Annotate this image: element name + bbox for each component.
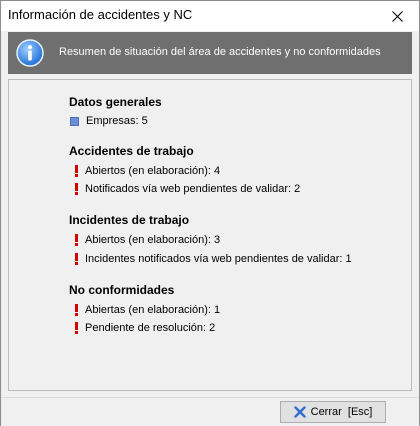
dialog-window: Información de accidentes y NC Resumen d…	[0, 0, 420, 426]
item-text: Notificados vía web pendientes de valida…	[85, 183, 301, 195]
exclamation-icon	[69, 304, 83, 316]
banner-text: Resumen de situación del área de acciden…	[59, 46, 381, 58]
close-icon	[391, 10, 403, 22]
exclamation-icon	[69, 234, 83, 246]
list-item: Abiertos (en elaboración): 3	[69, 232, 220, 248]
list-item: Incidentes notificados vía web pendiente…	[69, 251, 352, 267]
item-text: Incidentes notificados vía web pendiente…	[85, 253, 352, 265]
exclamation-icon	[69, 322, 83, 334]
cerrar-button-label: Cerrar [Esc]	[310, 406, 373, 418]
list-item: Abiertos (en elaboración): 4	[69, 163, 220, 179]
button-bar: Cerrar [Esc]	[1, 397, 419, 426]
cerrar-button[interactable]: Cerrar [Esc]	[280, 401, 386, 423]
summary-banner: Resumen de situación del área de acciden…	[8, 32, 412, 74]
window-close-button[interactable]	[375, 1, 419, 31]
section-title-datos-generales: Datos generales	[69, 95, 162, 109]
list-item: Notificados vía web pendientes de valida…	[69, 181, 300, 197]
exclamation-icon	[69, 165, 83, 177]
item-text: Abiertas (en elaboración): 1	[85, 304, 221, 316]
item-text: Abiertos (en elaboración): 3	[85, 234, 221, 246]
window-title: Información de accidentes y NC	[8, 7, 193, 22]
section-title-incidentes: Incidentes de trabajo	[69, 213, 190, 227]
exclamation-icon	[69, 253, 83, 265]
info-icon	[16, 39, 44, 67]
blue-square-icon	[70, 116, 79, 126]
summary-panel: Datos generales Empresas: 5 Accidentes d…	[8, 79, 412, 391]
list-item: Empresas: 5	[69, 113, 148, 129]
section-title-accidentes: Accidentes de trabajo	[69, 144, 194, 158]
x-icon	[293, 406, 306, 418]
exclamation-icon	[69, 183, 83, 195]
list-item: Abiertas (en elaboración): 1	[69, 302, 220, 318]
item-text: Empresas: 5	[86, 115, 148, 127]
title-bar: Información de accidentes y NC	[1, 1, 419, 31]
list-item: Pendiente de resolución: 2	[69, 320, 215, 336]
item-text: Pendiente de resolución: 2	[85, 322, 216, 334]
item-text: Abiertos (en elaboración): 4	[85, 165, 221, 177]
section-title-no-conformidades: No conformidades	[69, 283, 175, 297]
